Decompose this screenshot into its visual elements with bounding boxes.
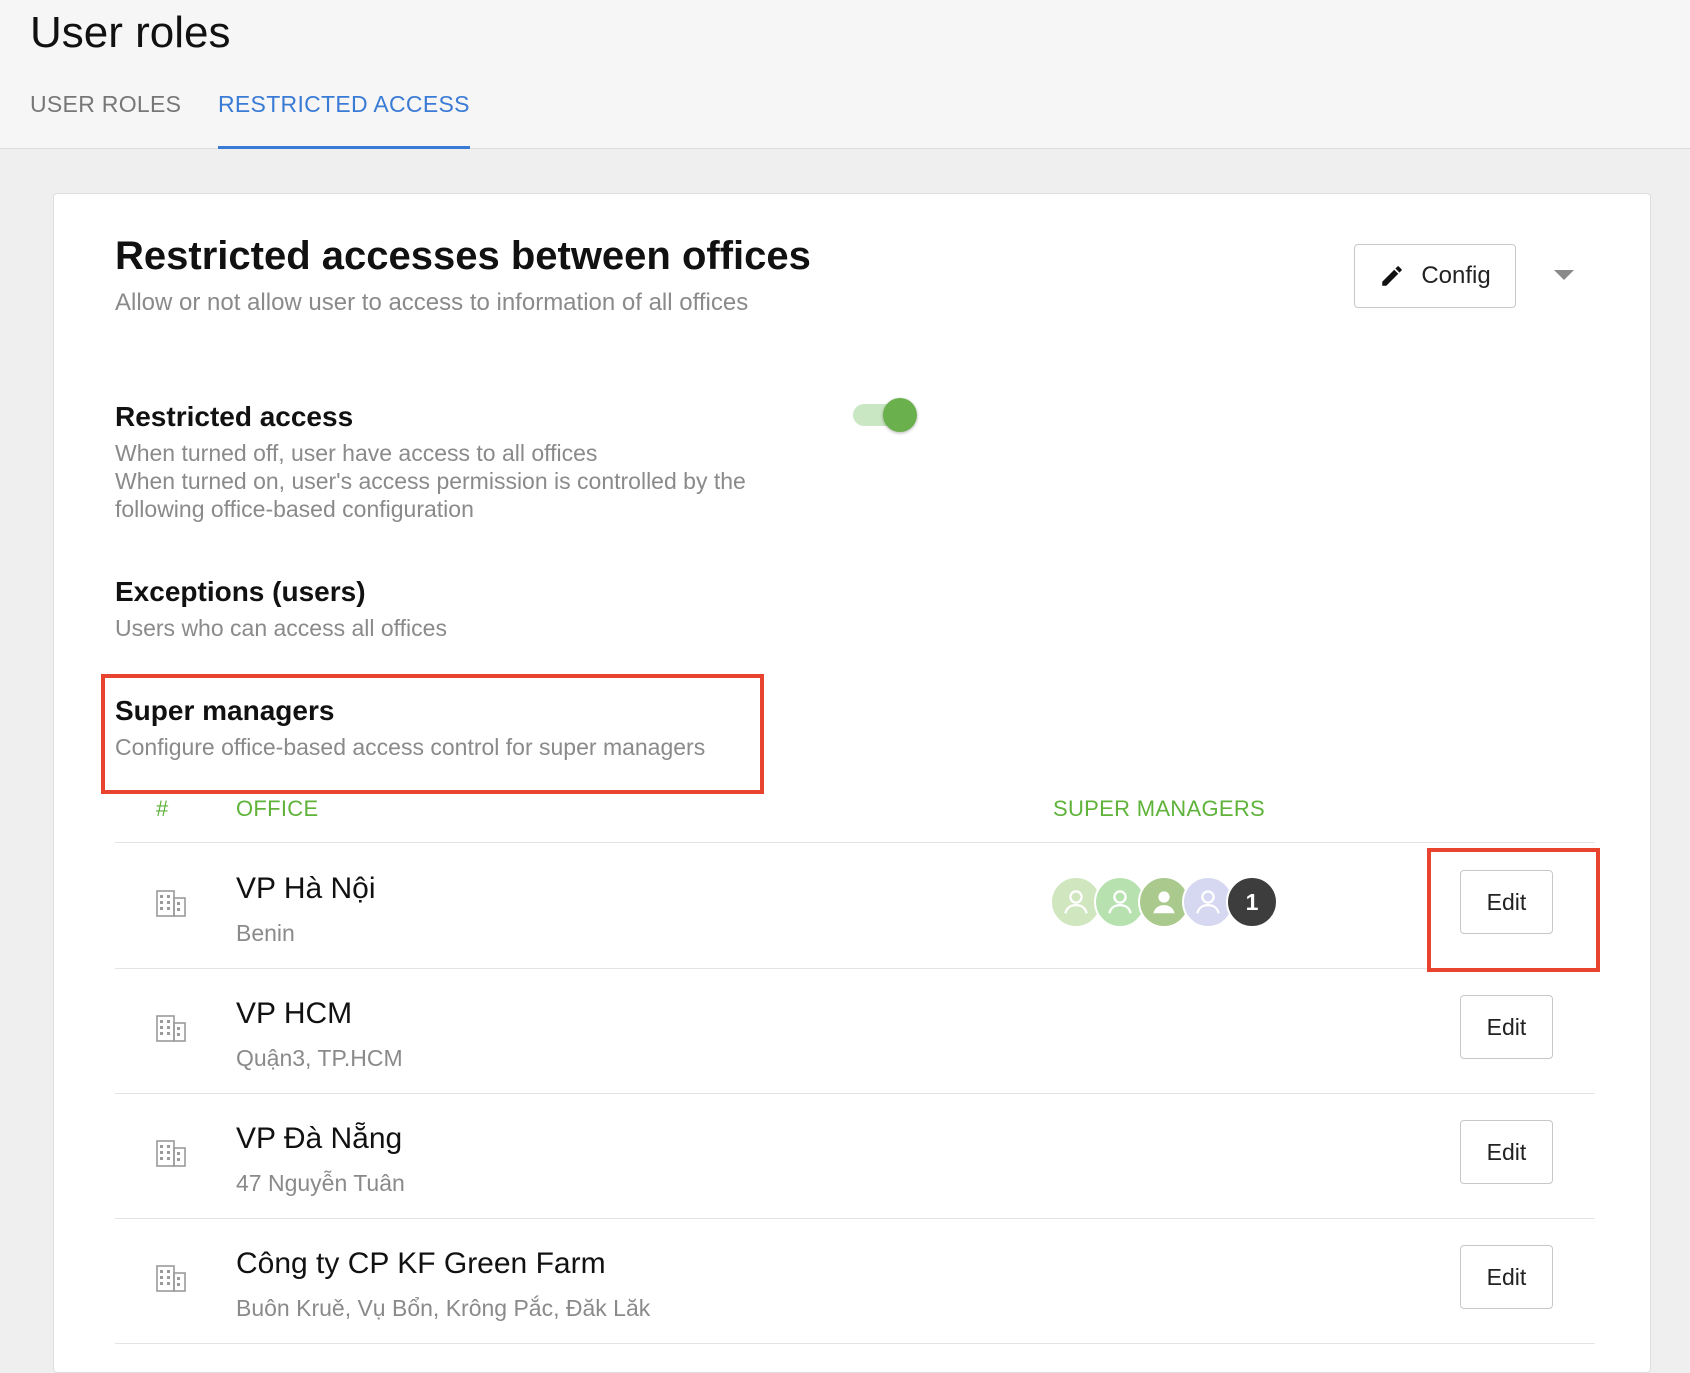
office-name: VP Hà Nội	[236, 872, 376, 905]
table-row: Công ty CP KF Green Farm Buôn Kruě, Vụ B…	[115, 1219, 1595, 1344]
table-row: VP Hà Nội Benin 1 Edit	[115, 844, 1595, 969]
restricted-access-title: Restricted access	[115, 401, 354, 432]
tab-user-roles[interactable]: USER ROLES	[30, 86, 181, 149]
building-icon	[156, 1015, 186, 1042]
tab-bar: USER ROLES RESTRICTED ACCESS	[0, 86, 1690, 149]
card-title: Restricted accesses between offices	[115, 234, 811, 278]
restricted-access-desc-2: When turned on, user's access permission…	[115, 468, 746, 494]
user-icon	[1153, 891, 1175, 914]
building-icon	[156, 890, 186, 917]
table-header: # OFFICE SUPER MANAGERS	[115, 794, 1595, 843]
exceptions-desc: Users who can access all offices	[115, 615, 447, 641]
office-address: Quận3, TP.HCM	[236, 1045, 403, 1071]
office-name: VP Đà Nẵng	[236, 1122, 403, 1155]
office-address: Benin	[236, 920, 295, 946]
super-managers-desc: Configure office-based access control fo…	[115, 734, 706, 760]
super-managers-avatars[interactable]: 1	[1050, 876, 1290, 928]
config-button[interactable]: Config	[1354, 244, 1516, 308]
user-icon	[1064, 890, 1088, 914]
office-name: VP HCM	[236, 997, 353, 1030]
edit-button[interactable]: Edit	[1460, 995, 1553, 1059]
toggle-knob	[883, 398, 917, 432]
card-subtitle: Allow or not allow user to access to inf…	[115, 289, 749, 316]
exceptions-title: Exceptions (users)	[115, 576, 366, 607]
restricted-access-desc-1: When turned off, user have access to all…	[115, 440, 598, 466]
config-label: Config	[1421, 262, 1491, 289]
restricted-access-desc-3: following office-based configuration	[115, 496, 474, 522]
user-icon	[1196, 890, 1220, 914]
caret-down-icon[interactable]	[1554, 270, 1574, 280]
restricted-access-card: Restricted accesses between offices Allo…	[53, 193, 1651, 1373]
building-icon	[156, 1265, 186, 1292]
edit-button[interactable]: Edit	[1460, 870, 1553, 934]
column-header-office: OFFICE	[236, 796, 319, 821]
pencil-icon	[1382, 266, 1403, 286]
restricted-access-toggle[interactable]	[853, 397, 917, 432]
column-header-num: #	[156, 796, 169, 821]
column-header-super-managers: SUPER MANAGERS	[1053, 796, 1266, 821]
tab-restricted-access[interactable]: RESTRICTED ACCESS	[218, 86, 470, 149]
table-row: VP Đà Nẵng 47 Nguyễn Tuân Edit	[115, 1094, 1595, 1219]
super-managers-title: Super managers	[115, 695, 335, 726]
table-row: VP HCM Quận3, TP.HCM Edit	[115, 969, 1595, 1094]
office-address: Buôn Kruě, Vụ Bổn, Krông Pắc, Đăk Lăk	[236, 1295, 651, 1321]
page-title: User roles	[30, 8, 231, 57]
edit-button[interactable]: Edit	[1460, 1245, 1553, 1309]
building-icon	[156, 1140, 186, 1167]
more-avatars-count[interactable]: 1	[1226, 876, 1278, 928]
page-header: User roles USER ROLES RESTRICTED ACCESS	[0, 0, 1690, 149]
office-name: Công ty CP KF Green Farm	[236, 1247, 606, 1280]
edit-button[interactable]: Edit	[1460, 1120, 1553, 1184]
office-address: 47 Nguyễn Tuân	[236, 1170, 405, 1196]
user-icon	[1108, 890, 1132, 914]
